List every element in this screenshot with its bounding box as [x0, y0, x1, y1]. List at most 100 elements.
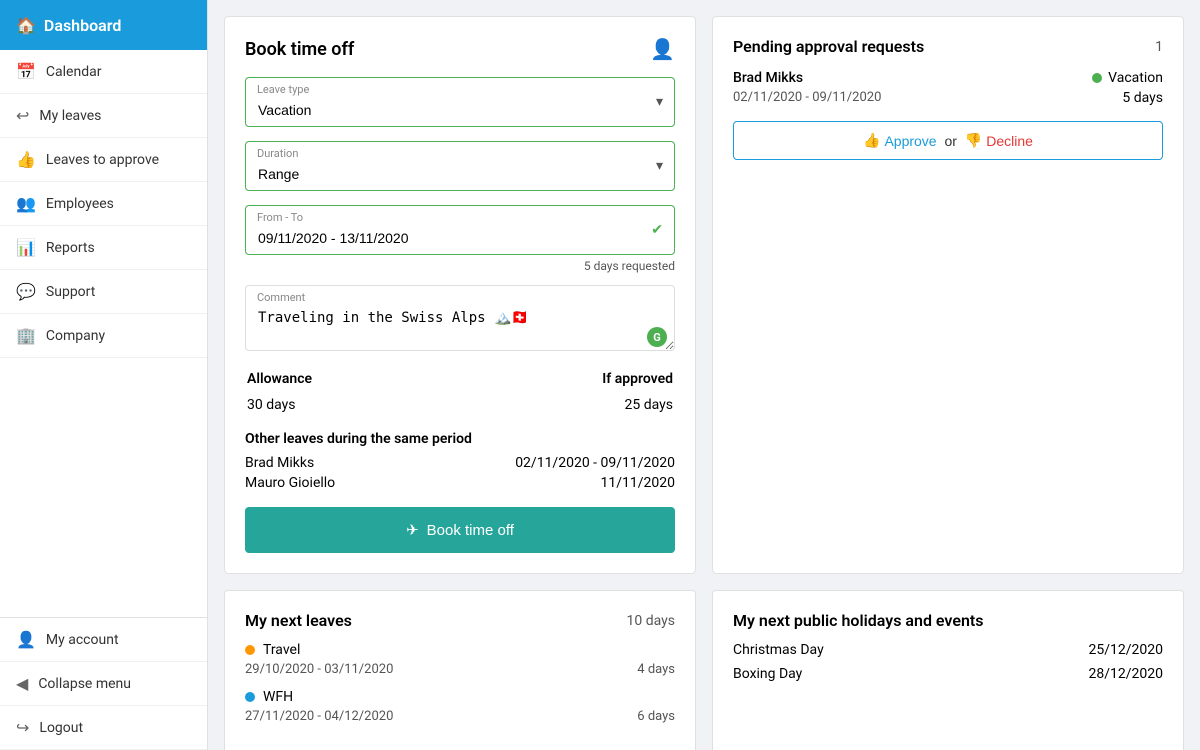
employees-icon: 👥 [16, 194, 36, 213]
pending-person-row: Brad Mikks Vacation [733, 70, 1163, 86]
sidebar-label-reports: Reports [46, 240, 95, 256]
decline-link[interactable]: Decline [986, 133, 1033, 149]
holiday-date-0: 25/12/2020 [1089, 642, 1164, 658]
allowance-col2: If approved [452, 371, 673, 393]
book-card-title-row: Book time off 👤 [245, 37, 675, 61]
travel-dot [245, 645, 255, 655]
other-leave-dates-0: 02/11/2020 - 09/11/2020 [515, 455, 675, 471]
allowance-col1: Allowance [247, 371, 450, 393]
pending-dates: 02/11/2020 - 09/11/2020 [733, 90, 881, 105]
other-leave-name-1: Mauro Gioiello [245, 475, 335, 491]
from-to-input[interactable]: 09/11/2020 - 13/11/2020 [245, 205, 675, 255]
sidebar-label-calendar: Calendar [46, 64, 102, 80]
holiday-name-0: Christmas Day [733, 642, 824, 658]
from-to-field[interactable]: From - To 09/11/2020 - 13/11/2020 ✔ [245, 205, 675, 255]
sidebar-header[interactable]: 🏠 Dashboard [0, 0, 207, 50]
book-btn-label: Book time off [427, 522, 514, 539]
approve-decline-button[interactable]: 👍 Approve or 👎 Decline [733, 121, 1163, 160]
holiday-row-0: Christmas Day 25/12/2020 [733, 642, 1163, 658]
sidebar-label-leaves-to-approve: Leaves to approve [46, 152, 159, 168]
next-leave-item-1: WFH 27/11/2020 - 04/12/2020 6 days [245, 689, 675, 724]
thumbs-up-icon: 👍 [863, 132, 880, 149]
person-icon: 👤 [650, 37, 675, 61]
book-time-off-card: Book time off 👤 Leave type Vacation ▾ Du… [224, 16, 696, 574]
pending-dates-row: 02/11/2020 - 09/11/2020 5 days [733, 90, 1163, 117]
next-leave-name-0: Travel [245, 642, 675, 658]
book-time-off-button[interactable]: ✈ Book time off [245, 507, 675, 553]
calendar-icon: 📅 [16, 62, 36, 81]
next-leaves-card: My next leaves 10 days Travel 29/10/2020… [224, 590, 696, 750]
other-leaves-title: Other leaves during the same period [245, 431, 675, 447]
comment-label: Comment [257, 291, 305, 304]
public-holidays-header: My next public holidays and events [733, 611, 1163, 630]
comment-textarea[interactable]: Traveling in the Swiss Alps 🏔️🇨🇭 [245, 285, 675, 351]
duration-select[interactable]: Range [245, 141, 675, 191]
sidebar-label-collapse: Collapse menu [38, 676, 131, 692]
company-icon: 🏢 [16, 326, 36, 345]
support-icon: 💬 [16, 282, 36, 301]
sidebar: 🏠 Dashboard 📅 Calendar ↩ My leaves 👍 Lea… [0, 0, 208, 750]
next-leave-dates-1: 27/11/2020 - 04/12/2020 6 days [245, 709, 675, 724]
days-requested-text: 5 days requested [245, 259, 675, 273]
pending-type: Vacation [1092, 70, 1163, 86]
next-leaves-header: My next leaves 10 days [245, 611, 675, 630]
sidebar-item-calendar[interactable]: 📅 Calendar [0, 50, 207, 94]
sidebar-label-company: Company [46, 328, 105, 344]
sidebar-item-employees[interactable]: 👥 Employees [0, 182, 207, 226]
book-btn-icon: ✈ [406, 521, 419, 539]
or-text: or [941, 133, 961, 149]
sidebar-label-my-leaves: My leaves [39, 108, 101, 124]
sidebar-label-employees: Employees [46, 196, 114, 212]
home-icon: 🏠 [16, 16, 36, 35]
wfh-dot [245, 692, 255, 702]
sidebar-item-leaves-to-approve[interactable]: 👍 Leaves to approve [0, 138, 207, 182]
sidebar-item-my-leaves[interactable]: ↩ My leaves [0, 94, 207, 138]
pending-header: Pending approval requests 1 [733, 37, 1163, 56]
pending-person-name: Brad Mikks [733, 70, 803, 86]
allowance-table: Allowance If approved 30 days 25 days [245, 369, 675, 417]
leave-type-field[interactable]: Leave type Vacation ▾ [245, 77, 675, 127]
collapse-icon: ◀ [16, 674, 28, 693]
next-leave-name-1: WFH [245, 689, 675, 705]
allowance-days: 30 days [247, 395, 450, 415]
vacation-dot [1092, 73, 1102, 83]
sidebar-item-company[interactable]: 🏢 Company [0, 314, 207, 358]
pending-approval-card: Pending approval requests 1 Brad Mikks V… [712, 16, 1184, 574]
public-holidays-title: My next public holidays and events [733, 611, 984, 630]
duration-label: Duration [257, 147, 298, 160]
sidebar-item-collapse-menu[interactable]: ◀ Collapse menu [0, 662, 207, 706]
reports-icon: 📊 [16, 238, 36, 257]
sidebar-label-my-account: My account [46, 632, 119, 648]
pending-type-label: Vacation [1108, 70, 1163, 86]
leaves-to-approve-icon: 👍 [16, 150, 36, 169]
other-leave-dates-1: 11/11/2020 [601, 475, 676, 491]
thumbs-down-icon: 👎 [965, 132, 982, 149]
my-account-icon: 👤 [16, 630, 36, 649]
sidebar-item-support[interactable]: 💬 Support [0, 270, 207, 314]
sidebar-item-logout[interactable]: ↪ Logout [0, 706, 207, 750]
sidebar-title: Dashboard [44, 16, 121, 35]
other-leave-row-1: Mauro Gioiello 11/11/2020 [245, 475, 675, 491]
holiday-name-1: Boxing Day [733, 666, 802, 682]
next-leaves-total: 10 days [627, 613, 675, 629]
next-public-holidays-card: My next public holidays and events Chris… [712, 590, 1184, 750]
comment-field[interactable]: Comment Traveling in the Swiss Alps 🏔️🇨🇭… [245, 285, 675, 355]
from-to-label: From - To [257, 211, 303, 224]
other-leave-name-0: Brad Mikks [245, 455, 314, 471]
holiday-row-1: Boxing Day 28/12/2020 [733, 666, 1163, 682]
leave-type-select[interactable]: Vacation [245, 77, 675, 127]
next-leaves-title: My next leaves [245, 611, 352, 630]
pending-title: Pending approval requests [733, 37, 924, 56]
sidebar-label-support: Support [46, 284, 95, 300]
approve-link[interactable]: Approve [884, 133, 936, 149]
sidebar-item-reports[interactable]: 📊 Reports [0, 226, 207, 270]
duration-field[interactable]: Duration Range ▾ [245, 141, 675, 191]
book-card-title: Book time off [245, 39, 354, 60]
next-leave-dates-0: 29/10/2020 - 03/11/2020 4 days [245, 662, 675, 677]
sidebar-item-my-account[interactable]: 👤 My account [0, 618, 207, 662]
holiday-date-1: 28/12/2020 [1089, 666, 1164, 682]
next-leave-item-0: Travel 29/10/2020 - 03/11/2020 4 days [245, 642, 675, 677]
allowance-if-approved: 25 days [452, 395, 673, 415]
grammarly-icon: G [647, 327, 667, 347]
pending-count: 1 [1155, 39, 1163, 55]
